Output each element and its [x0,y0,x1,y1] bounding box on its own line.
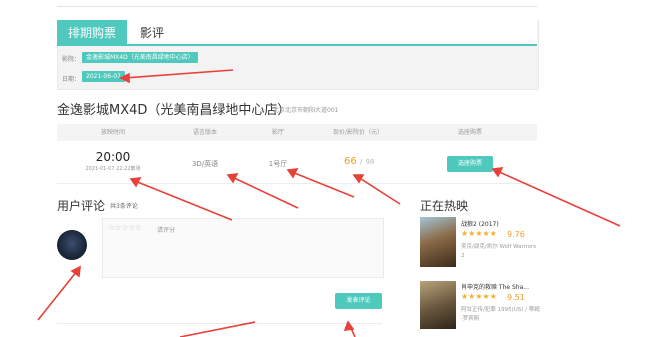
annotation-arrow-hall [291,171,355,198]
annotation-arrowhead-submit [343,320,355,331]
annotation-arrow-buy [496,170,621,227]
annotation-arrowhead-buy [491,167,504,178]
annotation-arrow-bottom [179,321,256,337]
annotation-arrowhead-language [226,173,239,184]
annotation-arrow-date [124,69,234,79]
annotation-overlay [37,69,621,337]
annotation-arrowhead-date [119,72,130,84]
annotation-arrowhead-time [129,177,142,188]
annotation-arrow-language [231,176,299,209]
annotation-arrowhead-hall [286,168,299,179]
annotation-arrow-time [134,180,233,221]
annotation-arrow-avatar [37,270,78,321]
annotation-arrow-price [357,176,401,205]
annotation-arrowhead-price [352,174,365,184]
